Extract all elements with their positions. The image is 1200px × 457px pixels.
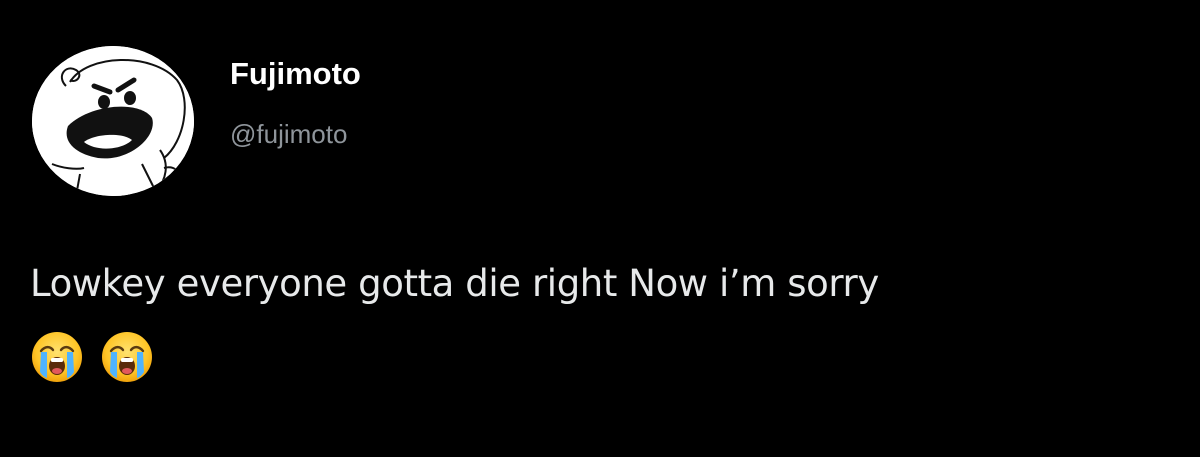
author-display-name[interactable]: Fujimoto xyxy=(230,54,361,94)
emoji-row xyxy=(30,330,154,386)
tweet-text: Lowkey everyone gotta die right Now i’m … xyxy=(30,262,879,305)
author-avatar[interactable] xyxy=(32,46,194,196)
loudly-crying-face-icon xyxy=(30,330,84,384)
loudly-crying-face-icon xyxy=(100,330,154,384)
author-handle[interactable]: @fujimoto xyxy=(230,116,347,152)
cartoon-face-avatar-icon xyxy=(32,46,194,196)
tweet-card: Fujimoto @fujimoto Lowkey everyone gotta… xyxy=(0,0,1200,457)
